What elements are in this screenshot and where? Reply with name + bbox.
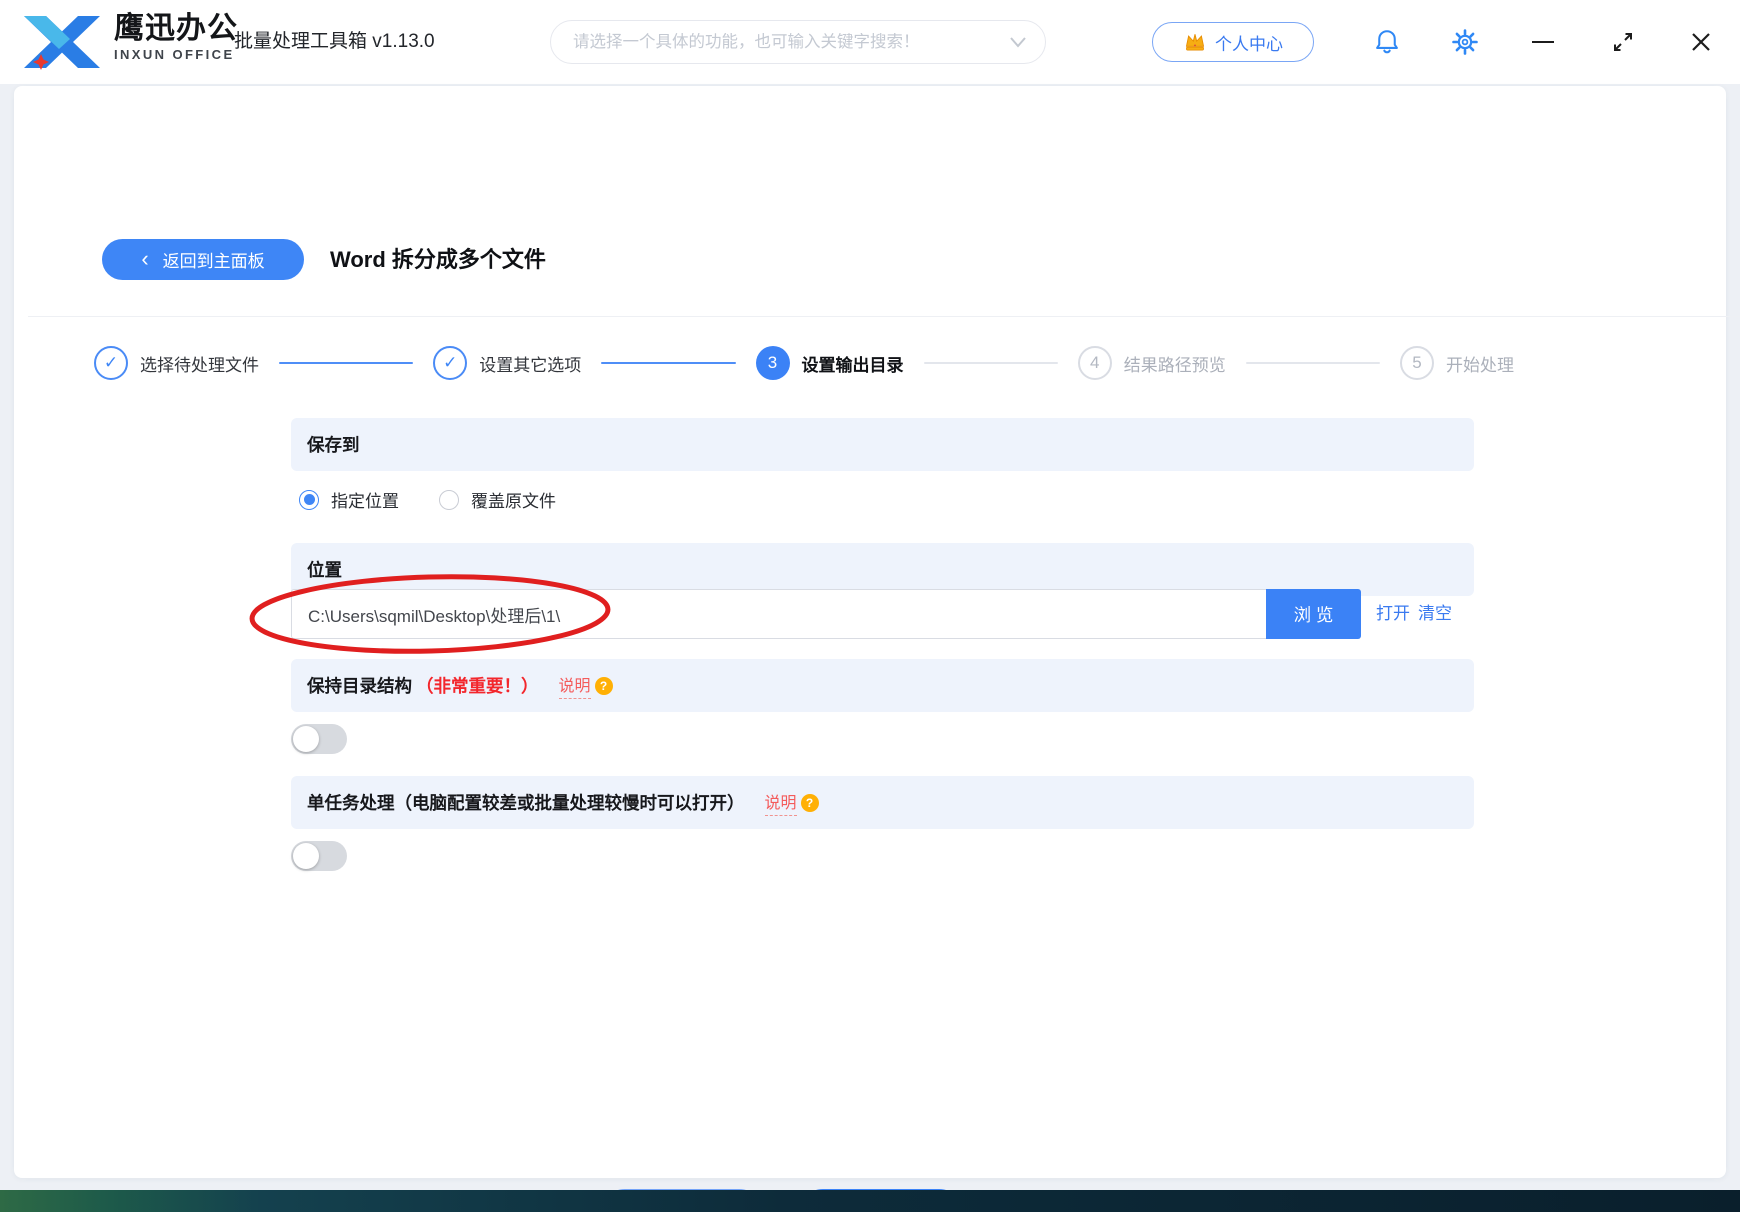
- radio-label: 覆盖原文件: [471, 487, 556, 512]
- radio-overwrite-original[interactable]: 覆盖原文件: [439, 487, 556, 512]
- settings-button[interactable]: [1450, 27, 1480, 57]
- brand-text: 鹰迅办公 INXUN OFFICE: [114, 13, 238, 62]
- section-keep-structure: 保持目录结构 （非常重要！） 说明 ?: [291, 659, 1474, 712]
- radio-specified-location[interactable]: 指定位置: [299, 487, 399, 512]
- title-bar: 鹰迅办公 INXUN OFFICE 批量处理工具箱 v1.13.0 个人中心: [0, 0, 1740, 84]
- user-center-label: 个人中心: [1215, 30, 1283, 55]
- app-window: 鹰迅办公 INXUN OFFICE 批量处理工具箱 v1.13.0 个人中心: [0, 0, 1740, 1212]
- output-path-input[interactable]: [291, 589, 1266, 639]
- section-title: 保存到: [307, 432, 360, 457]
- step-label: 结果路径预览: [1124, 351, 1226, 376]
- chevron-left-icon: ‹: [141, 249, 148, 269]
- step-3-output-dir: 3 设置输出目录: [756, 346, 904, 380]
- open-folder-link[interactable]: 打开: [1376, 589, 1410, 639]
- user-center-button[interactable]: 个人中心: [1152, 22, 1314, 62]
- step-number: 3: [756, 346, 790, 380]
- question-mark-icon[interactable]: ?: [801, 794, 819, 812]
- maximize-icon: [1611, 30, 1635, 54]
- section-title: 位置: [307, 557, 342, 582]
- step-connector: [279, 362, 413, 364]
- toggle-knob: [293, 843, 319, 869]
- gear-icon: [1451, 28, 1479, 56]
- window-minimize-button[interactable]: [1528, 27, 1558, 57]
- important-note: （非常重要！）: [416, 673, 539, 698]
- step-5-start: 5 开始处理: [1400, 346, 1514, 380]
- brand-name-en: INXUN OFFICE: [114, 47, 238, 62]
- back-to-dashboard-button[interactable]: ‹ 返回到主面板: [102, 239, 304, 280]
- toggle-knob: [293, 726, 319, 752]
- main-panel: ‹ 返回到主面板 Word 拆分成多个文件 ✓ 选择待处理文件 ✓ 设置其它选项…: [14, 86, 1726, 1178]
- section-title: 保持目录结构: [307, 673, 412, 698]
- step-number: 4: [1078, 346, 1112, 380]
- step-4-preview: 4 结果路径预览: [1078, 346, 1226, 380]
- window-close-button[interactable]: [1686, 27, 1716, 57]
- step-connector: [601, 362, 735, 364]
- function-search-box[interactable]: [550, 20, 1046, 64]
- step-label: 设置其它选项: [479, 351, 581, 376]
- step-connector: [1246, 362, 1380, 364]
- search-input[interactable]: [573, 33, 1009, 52]
- wizard-steps: ✓ 选择待处理文件 ✓ 设置其它选项 3 设置输出目录 4 结果路径预览 5 开…: [94, 345, 1514, 381]
- browse-button[interactable]: 浏 览: [1266, 589, 1361, 639]
- step-number: 5: [1400, 346, 1434, 380]
- keep-structure-help-link[interactable]: 说明: [559, 672, 591, 699]
- single-task-help-link[interactable]: 说明: [765, 789, 797, 816]
- bell-icon: [1374, 28, 1400, 56]
- chevron-down-icon[interactable]: [1009, 35, 1027, 49]
- page-title: Word 拆分成多个文件: [330, 242, 546, 274]
- help-label: 说明: [765, 789, 797, 813]
- section-save-to: 保存到: [291, 418, 1474, 471]
- step-check-icon: ✓: [433, 346, 467, 380]
- section-title: 单任务处理（电脑配置较差或批量处理较慢时可以打开）: [307, 790, 745, 815]
- question-mark-icon[interactable]: ?: [595, 677, 613, 695]
- header-divider: [28, 316, 1740, 317]
- step-2-options: ✓ 设置其它选项: [433, 346, 581, 380]
- radio-unselected-icon: [439, 490, 459, 510]
- section-single-task: 单任务处理（电脑配置较差或批量处理较慢时可以打开） 说明 ?: [291, 776, 1474, 829]
- desktop-wallpaper-strip: [0, 1190, 1740, 1212]
- window-maximize-button[interactable]: [1608, 27, 1638, 57]
- step-1-select-files: ✓ 选择待处理文件: [94, 346, 259, 380]
- radio-selected-icon: [299, 490, 319, 510]
- radio-label: 指定位置: [331, 487, 399, 512]
- clear-path-link[interactable]: 清空: [1418, 589, 1452, 639]
- brand-logo-icon: [20, 12, 106, 72]
- crown-icon: [1183, 31, 1207, 53]
- single-task-toggle-off[interactable]: [291, 841, 347, 871]
- save-to-radio-group: 指定位置 覆盖原文件: [299, 487, 556, 512]
- step-label: 开始处理: [1446, 351, 1514, 376]
- step-check-icon: ✓: [94, 346, 128, 380]
- minimize-icon: [1532, 41, 1554, 44]
- step-label: 选择待处理文件: [140, 351, 259, 376]
- back-button-label: 返回到主面板: [163, 247, 265, 272]
- notifications-button[interactable]: [1372, 27, 1402, 57]
- keep-structure-toggle-off[interactable]: [291, 724, 347, 754]
- step-connector: [924, 362, 1058, 364]
- step-label: 设置输出目录: [802, 351, 904, 376]
- app-title: 批量处理工具箱 v1.13.0: [234, 0, 435, 84]
- help-label: 说明: [559, 672, 591, 696]
- brand-name-cn: 鹰迅办公: [114, 13, 238, 45]
- browse-label: 浏 览: [1294, 602, 1334, 627]
- close-icon: [1689, 30, 1713, 54]
